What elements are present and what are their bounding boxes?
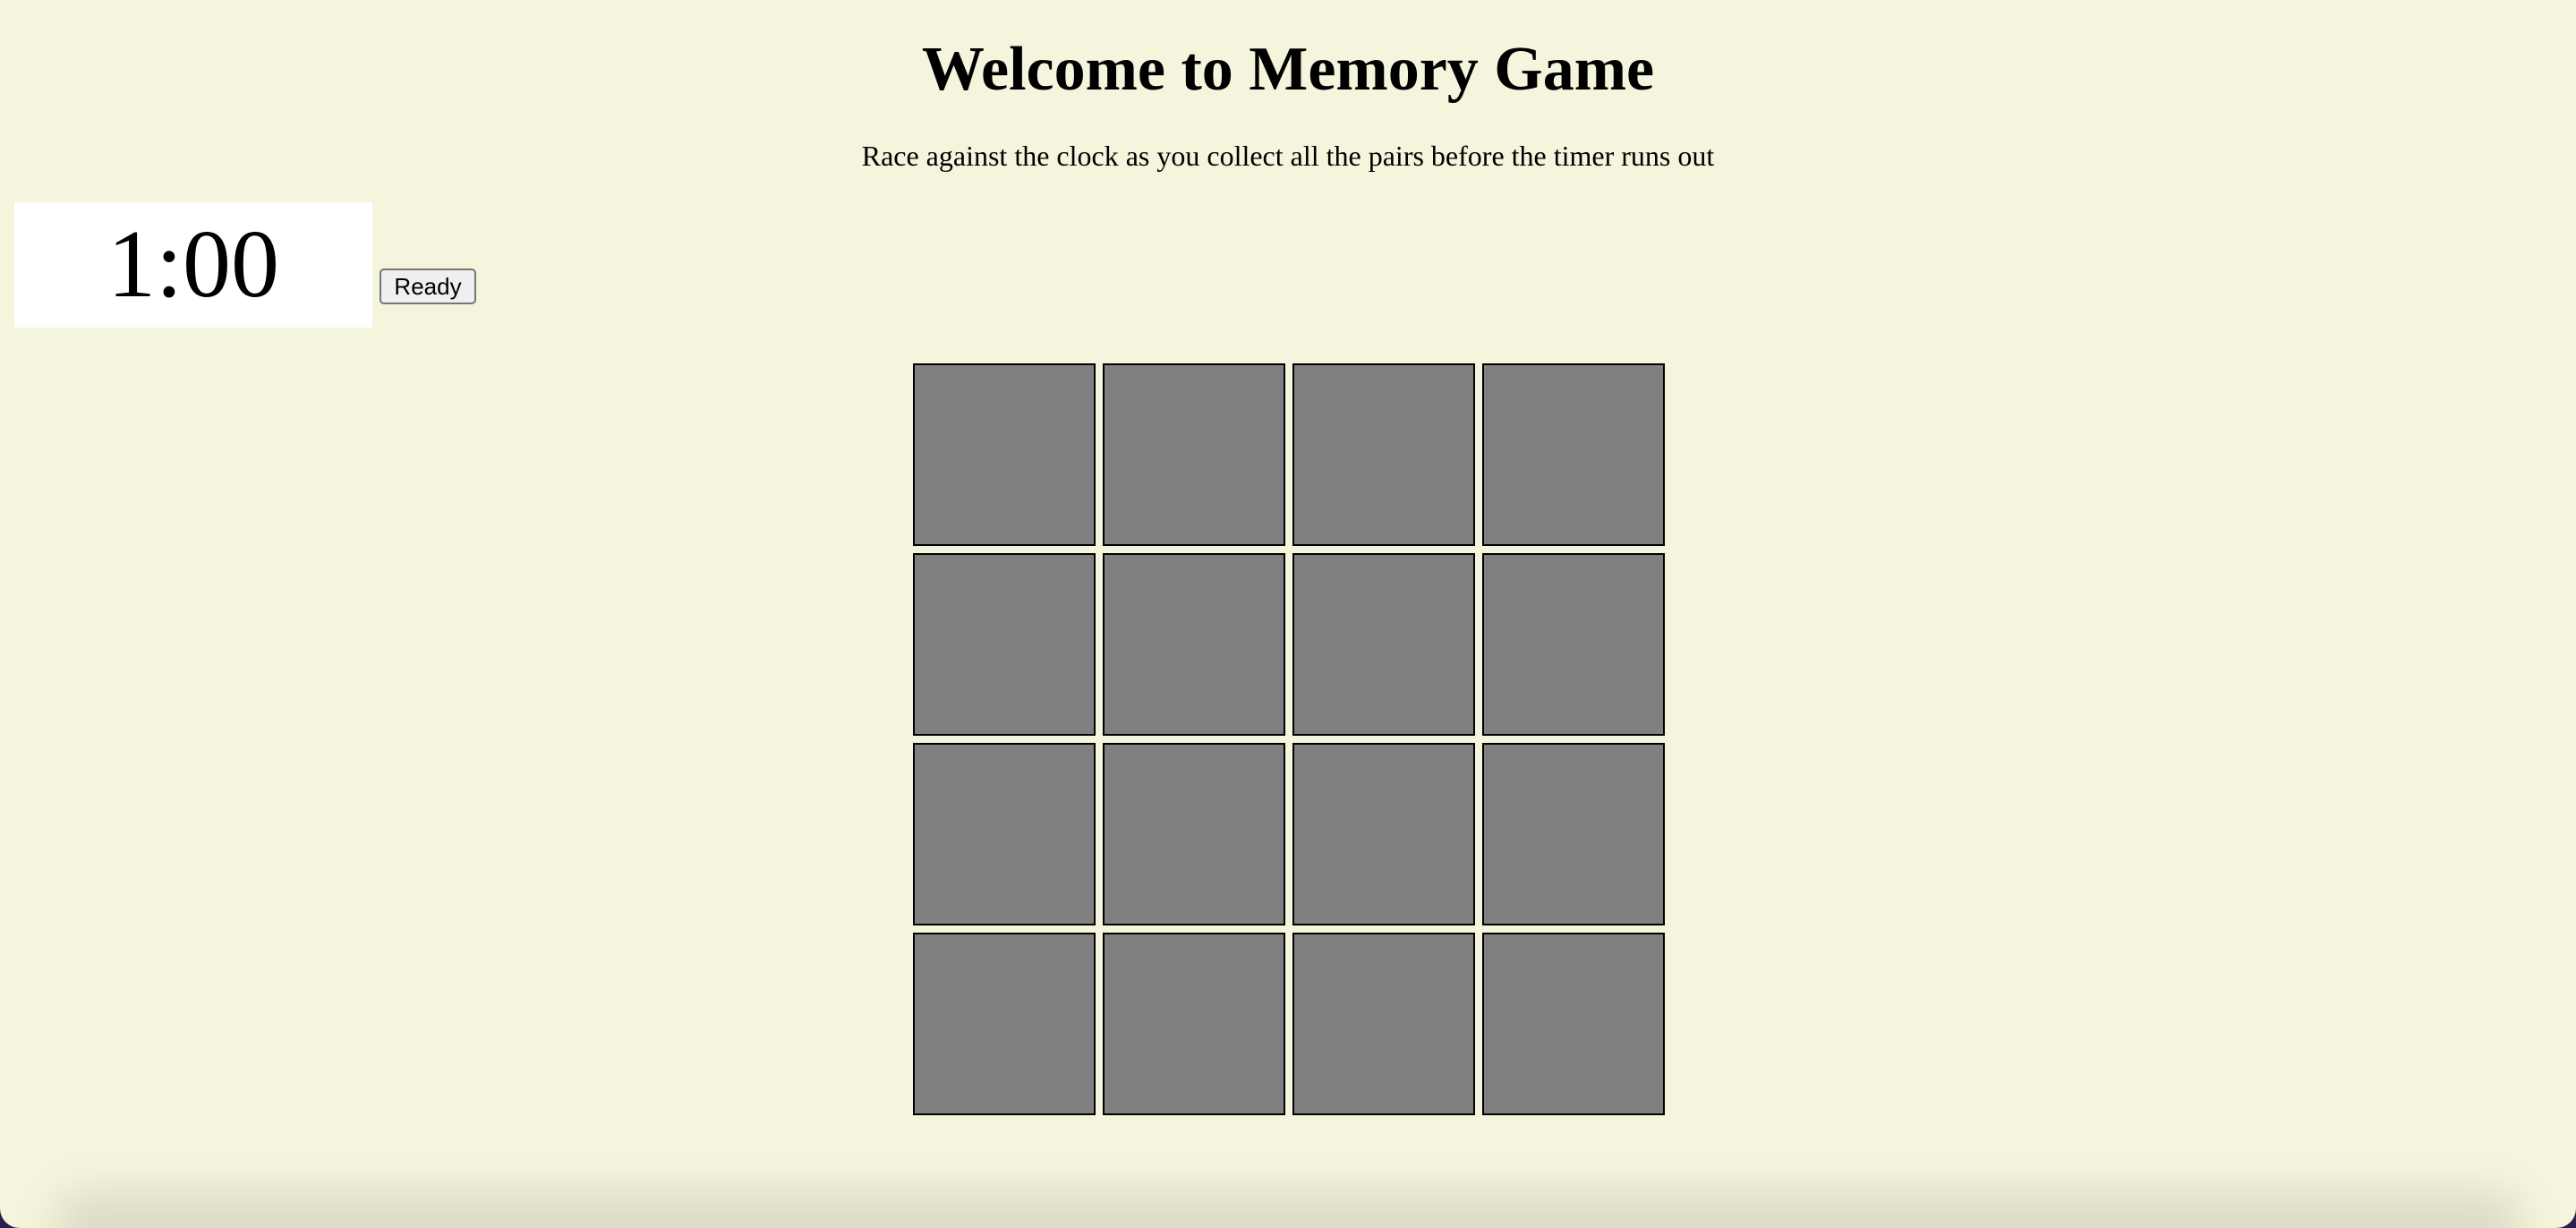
memory-card[interactable] [1292, 933, 1475, 1115]
memory-card[interactable] [913, 743, 1096, 925]
memory-card[interactable] [1292, 553, 1475, 736]
page-subtitle: Race against the clock as you collect al… [861, 140, 1715, 172]
memory-card[interactable] [1292, 363, 1475, 546]
game-page: Welcome to Memory Game Race against the … [0, 0, 2576, 1228]
memory-card[interactable] [1103, 363, 1285, 546]
memory-card[interactable] [1103, 743, 1285, 925]
memory-card[interactable] [913, 553, 1096, 736]
window-bottom-shadow [54, 1192, 2522, 1228]
card-grid [913, 363, 1665, 1115]
memory-card[interactable] [1482, 553, 1665, 736]
memory-card[interactable] [1482, 743, 1665, 925]
memory-card[interactable] [1292, 743, 1475, 925]
countdown-timer: 1:00 [14, 202, 372, 328]
memory-card[interactable] [1103, 933, 1285, 1115]
memory-card[interactable] [1482, 933, 1665, 1115]
memory-card[interactable] [1103, 553, 1285, 736]
ready-button[interactable]: Ready [380, 269, 476, 304]
page-title: Welcome to Memory Game [921, 35, 1655, 104]
memory-card[interactable] [913, 933, 1096, 1115]
memory-card[interactable] [913, 363, 1096, 546]
memory-card[interactable] [1482, 363, 1665, 546]
